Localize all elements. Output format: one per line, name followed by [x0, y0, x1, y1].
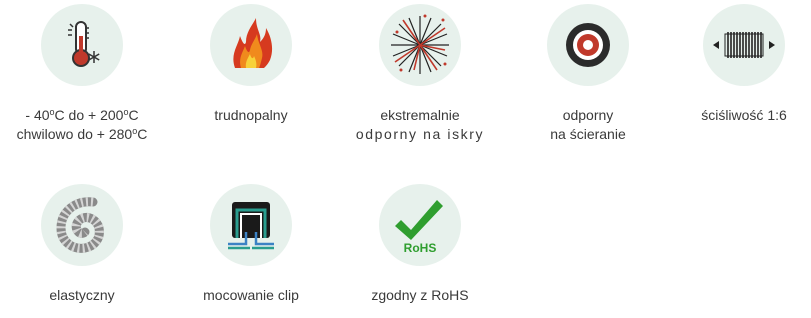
- feature-temperature: - 40oC do + 200oC chwilowo do + 280oC: [7, 4, 157, 144]
- feature-flame: trudnopalny: [176, 4, 326, 125]
- compression-spring-icon: [703, 4, 785, 86]
- clip-line-1: mocowanie clip: [203, 287, 299, 303]
- feature-compressibility: ściśliwość 1:6: [669, 4, 811, 125]
- feature-abrasion: odporny na ścieranie: [513, 4, 663, 144]
- feature-elastic: elastyczny: [7, 184, 157, 305]
- feature-rohs: RoHS zgodny z RoHS: [345, 184, 495, 305]
- temperature-line-2: chwilowo do + 280oC: [16, 126, 148, 142]
- spark-burst-icon: [379, 4, 461, 86]
- feature-sparks-label: ekstremalnie odporny na iskry: [345, 106, 495, 144]
- rohs-line-1: zgodny z RoHS: [371, 287, 469, 303]
- abrasion-line-2: na ścieranie: [550, 126, 626, 142]
- sparks-line-1: ekstremalnie: [380, 107, 460, 123]
- elastic-line-1: elastyczny: [49, 287, 115, 303]
- abrasion-tire-icon: [547, 4, 629, 86]
- abrasion-line-1: odporny: [562, 107, 614, 123]
- thermometer-snowflake-icon: [41, 4, 123, 86]
- feature-flame-label: trudnopalny: [176, 106, 326, 125]
- feature-clip: mocowanie clip: [176, 184, 326, 305]
- feature-compressibility-label: ściśliwość 1:6: [669, 106, 811, 125]
- feature-rohs-label: zgodny z RoHS: [345, 286, 495, 305]
- clip-mount-icon: [210, 184, 292, 266]
- sparks-line-2: odporny na iskry: [355, 126, 485, 142]
- feature-elastic-label: elastyczny: [7, 286, 157, 305]
- rohs-icon-text: RoHS: [404, 241, 437, 255]
- feature-temperature-label: - 40oC do + 200oC chwilowo do + 280oC: [7, 106, 157, 144]
- flexible-hose-icon: [41, 184, 123, 266]
- feature-sparks: ekstremalnie odporny na iskry: [345, 4, 495, 144]
- feature-clip-label: mocowanie clip: [176, 286, 326, 305]
- compressibility-line-1: ściśliwość 1:6: [701, 107, 787, 123]
- flame-icon: [210, 4, 292, 86]
- flame-line-1: trudnopalny: [214, 107, 288, 123]
- feature-abrasion-label: odporny na ścieranie: [513, 106, 663, 144]
- temperature-line-1: - 40oC do + 200oC: [25, 107, 139, 123]
- rohs-check-icon: RoHS: [379, 184, 461, 266]
